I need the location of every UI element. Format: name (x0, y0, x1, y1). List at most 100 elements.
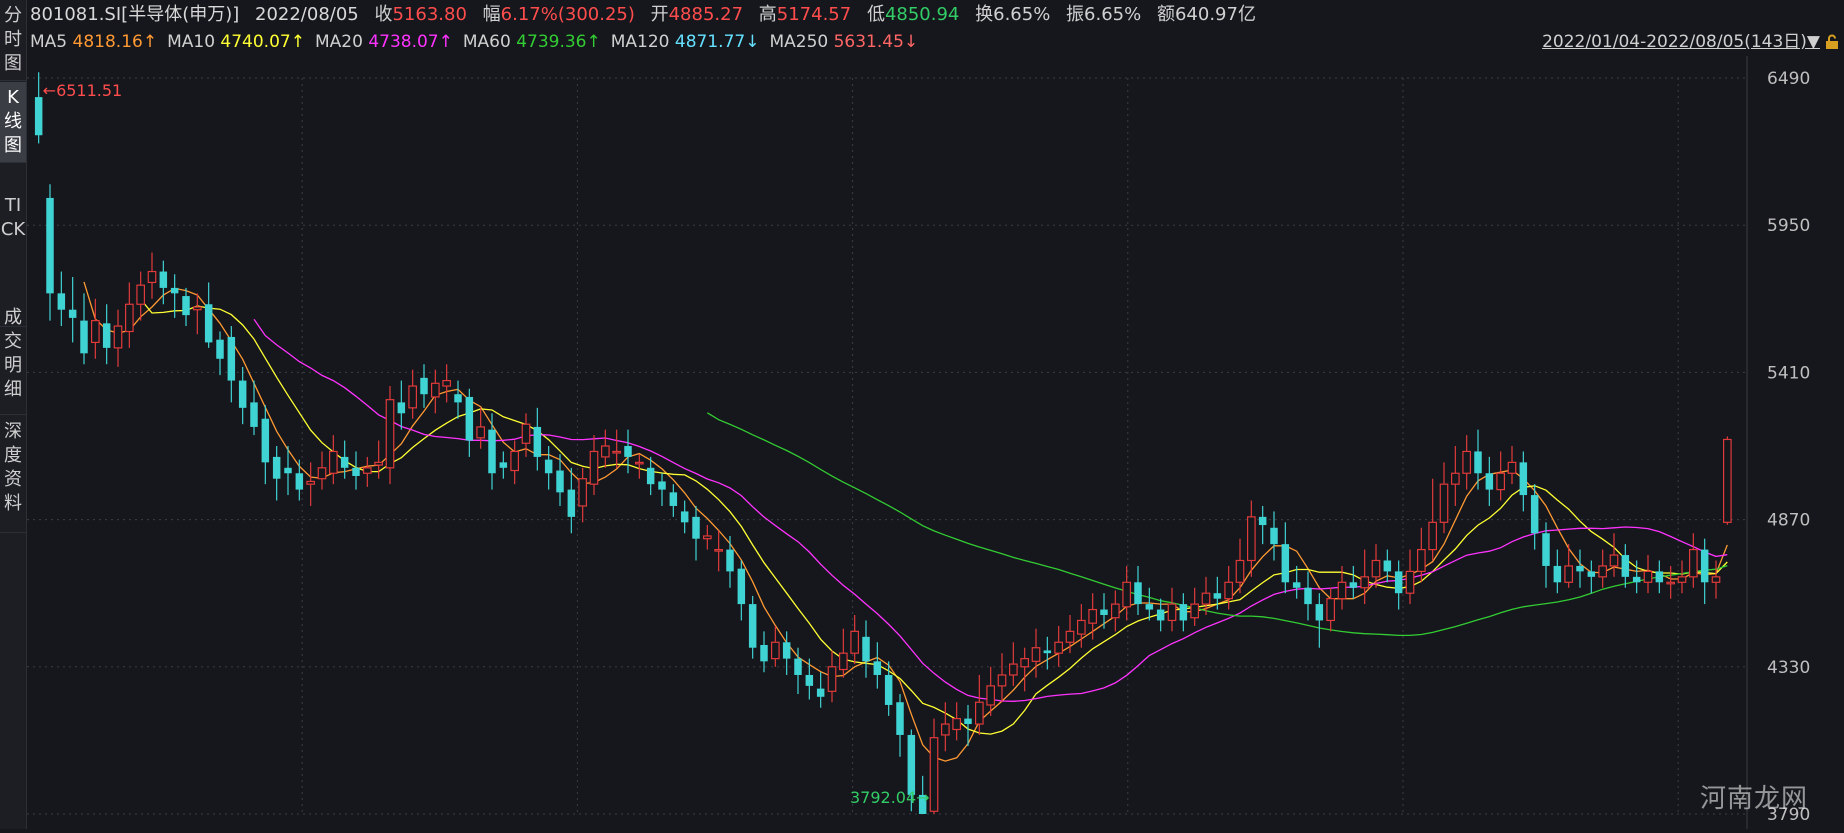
candle-body (1564, 565, 1574, 583)
candle-body (46, 197, 54, 294)
candle-body (374, 461, 384, 466)
candle-body (600, 445, 610, 458)
candle-body (896, 702, 904, 735)
candle-body (340, 456, 349, 468)
candle-body (533, 426, 542, 457)
close-label: 收 (374, 4, 393, 25)
candle-body (624, 446, 632, 457)
watermark: 河南龙网 (1699, 784, 1808, 814)
date-range-selector[interactable]: 2022/01/04-2022/08/05(143日)▼ (1542, 30, 1820, 54)
candle-body (1643, 570, 1653, 583)
candle-body (816, 688, 825, 697)
candle-body (578, 478, 588, 507)
candle-body (1258, 516, 1267, 526)
tab-depth-info[interactable]: 深度资料 (0, 416, 26, 533)
tab-kline[interactable]: K线图 (0, 82, 26, 163)
candle-body (1360, 576, 1370, 589)
ma5-line (83, 281, 1728, 762)
candle-body (238, 380, 247, 408)
candle-body (499, 462, 508, 468)
ma-label-ma10: MA10 (167, 32, 221, 52)
candle-body (272, 456, 281, 479)
candle-body (997, 674, 1007, 687)
candle-body (964, 718, 972, 725)
candle-body (748, 604, 757, 648)
y-tick-label: 4870 (1767, 511, 1810, 531)
candle-body (646, 467, 655, 485)
y-tick-label: 6490 (1767, 69, 1810, 89)
candle-body (1270, 527, 1278, 545)
candle-body (170, 287, 179, 294)
candle-body (1088, 608, 1098, 624)
kline-chart-svg: 649059505410487043303790←6511.513792.04→ (27, 56, 1810, 829)
turnover-label: 换 (975, 4, 994, 25)
candle-body (216, 339, 224, 359)
candle-body (102, 323, 111, 348)
candle-body (556, 470, 564, 493)
candle-body (862, 636, 870, 662)
candle-body (1156, 609, 1165, 621)
ma-label-ma60: MA60 (462, 32, 517, 52)
candle-body (1609, 554, 1619, 567)
candle-body (90, 320, 100, 344)
tab-trade-details[interactable]: 成交明细 (0, 302, 26, 415)
candle-body (567, 489, 576, 517)
candle-body (1507, 461, 1517, 474)
candle-body (770, 641, 780, 660)
ma20-line (253, 318, 1728, 702)
low-label: 低 (866, 4, 885, 25)
candle-body (1485, 473, 1494, 490)
low-value: 4850.94 (884, 4, 960, 25)
tab-timeshare[interactable]: 分时图 (0, 0, 26, 81)
candle-body (1700, 549, 1709, 583)
candle-body (1688, 548, 1698, 578)
amplitude-label: 振 (1066, 4, 1085, 25)
candle-body (680, 511, 689, 523)
amount-label: 额 (1156, 4, 1175, 25)
candle-body (1315, 604, 1324, 621)
candle-body (442, 379, 452, 387)
candle-body (1008, 663, 1018, 676)
candle-body (1246, 516, 1256, 562)
high-label: 高 (758, 4, 777, 25)
candle-body (430, 382, 440, 398)
candle-body (1213, 593, 1222, 599)
candle-body (1110, 603, 1120, 619)
close-value: 5163.80 (392, 4, 467, 25)
candle-body (1655, 571, 1664, 583)
candle-body (1666, 581, 1676, 585)
candle-body (488, 429, 496, 474)
candle-body (295, 473, 304, 490)
high-value: 5174.57 (776, 4, 852, 25)
candle-body (1337, 581, 1347, 600)
candle-body (782, 642, 791, 659)
candle-body (1201, 592, 1211, 605)
amplitude-value: 6.65% (1084, 4, 1142, 25)
candle-body (147, 270, 157, 284)
candle-body (261, 418, 270, 463)
y-tick-label: 5950 (1767, 216, 1810, 236)
candle-body (1326, 598, 1336, 622)
kline-chart[interactable]: 6490 5950 5410 4870 4330 3790 ←6511.51 3792.04→ (27, 56, 1844, 829)
candle-body (1371, 559, 1381, 578)
candle-body (397, 402, 406, 414)
candle-body (159, 271, 168, 288)
candle-body (192, 306, 202, 311)
candle-body (1043, 650, 1052, 654)
y-tick-label: 5410 (1767, 363, 1810, 383)
candle-body (974, 701, 984, 725)
change-value: 6.17%(300.25) (500, 4, 635, 25)
candle-body (182, 296, 190, 316)
ma-value-ma10: 4740.07↑ (220, 32, 305, 52)
candle-body (737, 568, 746, 605)
quote-info-bar: 801081.SI[半导体(申万)] 2022/08/05 收5163.80 幅… (30, 2, 1256, 28)
candle-body (1530, 495, 1539, 534)
candle-body (1134, 582, 1142, 605)
candle-body (873, 661, 882, 675)
lock-icon[interactable] (1824, 34, 1840, 50)
ma-label-ma20: MA20 (314, 32, 369, 52)
candle-body (1553, 565, 1562, 583)
candle-body (1450, 472, 1460, 485)
candle-body (827, 666, 837, 692)
candle-body (1383, 560, 1392, 572)
